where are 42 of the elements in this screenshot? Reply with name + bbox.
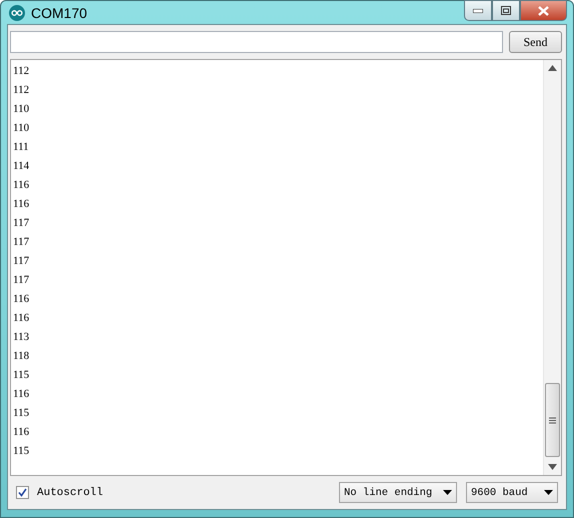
send-button[interactable]: Send	[509, 31, 562, 53]
grip-icon	[549, 416, 556, 424]
window-title: COM170	[31, 4, 88, 20]
output-line: 110	[13, 102, 30, 117]
baud-rate-dropdown[interactable]: 9600 baud	[466, 482, 558, 503]
autoscroll-label: Autoscroll	[37, 486, 104, 498]
scrollbar[interactable]	[543, 60, 561, 475]
caret-icon	[443, 490, 452, 495]
output-line: 117	[13, 235, 30, 250]
output-line: 116	[13, 197, 30, 212]
output-line: 117	[13, 273, 30, 288]
output-line: 116	[13, 178, 30, 193]
minimize-button[interactable]	[464, 0, 492, 21]
maximize-button[interactable]	[492, 0, 520, 21]
output-line: 117	[13, 254, 30, 269]
scroll-thumb[interactable]	[545, 383, 560, 457]
output-line: 112	[13, 83, 30, 98]
output-line: 112	[13, 64, 30, 79]
maximize-icon	[501, 6, 511, 15]
autoscroll-checkbox[interactable]	[16, 486, 29, 499]
infinity-logo-icon	[9, 4, 25, 20]
output-line: 116	[13, 425, 30, 440]
input-field[interactable]	[10, 31, 503, 53]
output-line: 111	[13, 140, 30, 155]
output-line: 115	[13, 368, 30, 383]
output-line: 113	[13, 330, 30, 345]
scroll-up-icon[interactable]	[548, 65, 557, 71]
caret-icon	[544, 490, 553, 495]
scroll-down-icon[interactable]	[548, 464, 557, 470]
output-line: 117	[13, 216, 30, 231]
line-ending-dropdown[interactable]: No line ending	[339, 482, 457, 503]
minimize-icon	[473, 8, 483, 12]
close-icon	[538, 6, 549, 16]
output-line: 118	[13, 349, 30, 364]
output-line: 116	[13, 387, 30, 402]
output-line: 116	[13, 292, 30, 307]
output-line: 115	[13, 444, 30, 459]
output-line: 110	[13, 121, 30, 136]
close-button[interactable]	[520, 0, 567, 21]
output-line: 115	[13, 406, 30, 421]
output-line: 114	[13, 159, 30, 174]
output-line: 116	[13, 311, 30, 326]
